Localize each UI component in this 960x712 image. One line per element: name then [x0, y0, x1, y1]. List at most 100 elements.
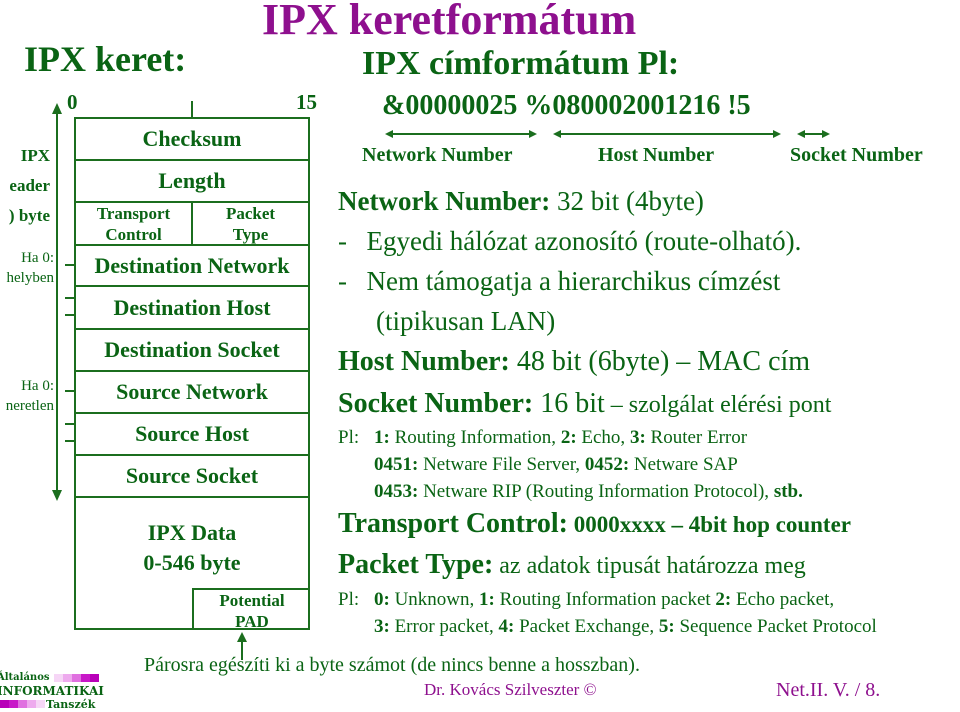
logo-text: Tanszék — [46, 698, 96, 711]
field-checksum: Checksum — [76, 119, 308, 161]
code: 4: — [498, 616, 515, 637]
term: Socket Number: — [338, 388, 534, 419]
field-potential-pad: Potential PAD — [192, 588, 310, 631]
transport-control-line: Transport Control: 0000xxxx – 4bit hop c… — [338, 508, 851, 540]
socket-examples-prefix: Pl: — [338, 427, 360, 448]
code: 1: — [479, 589, 495, 610]
arrow-down-icon — [52, 490, 62, 501]
bullet-text: Nem támogatja a hierarchikus címzést — [366, 266, 781, 296]
desc: Netware File Server, — [418, 454, 585, 475]
field-destination-socket: Destination Socket — [76, 330, 308, 372]
side-text: Ha 0: — [21, 250, 54, 266]
code: 5: — [658, 616, 675, 637]
bullet: - Nem támogatja a hierarchikus címzést — [338, 266, 781, 296]
desc: Netware SAP — [629, 454, 738, 475]
field-packet-type: Packet Type — [191, 203, 308, 244]
field-length: Length — [76, 161, 308, 203]
code: 1: — [374, 427, 390, 448]
socket-number-caption: Socket Number — [790, 144, 923, 166]
code: 3: — [374, 616, 390, 637]
author-credit: Dr. Kovács Szilveszter © — [424, 680, 597, 699]
desc: Netware RIP (Routing Information Protoco… — [418, 481, 774, 502]
code: 3: — [629, 427, 646, 448]
packet-example-line: 0: Unknown, 1: Routing Information packe… — [374, 589, 834, 611]
socket-example-line: 0453: Netware RIP (Routing Information P… — [374, 481, 803, 503]
field-source-host: Source Host — [76, 414, 308, 456]
side-text: eader — [9, 176, 50, 195]
desc: Echo, — [576, 427, 630, 448]
field-label: Control — [105, 224, 162, 244]
code: 0453: — [374, 481, 419, 502]
pad-label: Potential — [219, 591, 285, 610]
logo-text: INFORMATIKAI — [0, 684, 104, 698]
bullet-text: Egyedi hálózat azonosító (route-olható). — [366, 226, 802, 256]
side-text: Ha 0: — [21, 378, 54, 394]
field-destination-network: Destination Network — [76, 246, 308, 287]
field-source-socket: Source Socket — [76, 456, 308, 498]
field-ipx-data: IPX Data 0-546 byte — [76, 498, 308, 578]
field-label: Packet — [225, 203, 276, 223]
side-text: helyben — [6, 270, 54, 286]
field-row-tc-pt: Transport Control Packet Type — [76, 203, 308, 246]
desc: Error packet, — [389, 616, 499, 637]
src-note: Ha 0: neretlen — [6, 376, 54, 416]
code: 2: — [560, 427, 577, 448]
ipx-frame-diagram: Checksum Length Transport Control Packet T… — [74, 117, 310, 631]
term: Network Number: — [338, 186, 551, 216]
arrow-up-icon — [52, 103, 62, 114]
socket-number-line: Socket Number: 16 bit – szolgálat elérés… — [338, 388, 831, 420]
socket-example-line: 1: Routing Information, 2: Echo, 3: Rout… — [374, 427, 747, 449]
desc: Routing Information, — [389, 427, 561, 448]
network-number-caption: Network Number — [362, 144, 513, 166]
bullet-continuation: (tipikusan LAN) — [376, 306, 556, 336]
logo-text: Általános — [0, 672, 50, 683]
code: 0: — [374, 589, 390, 610]
term: Host Number: — [338, 346, 510, 377]
desc: Sequence Packet Protocol — [674, 616, 877, 637]
header-side-label: IPX eader ) byte — [9, 141, 50, 231]
term: Transport Control: — [338, 508, 568, 539]
packet-examples-prefix: Pl: — [338, 589, 360, 610]
address-example: &00000025 %080002001216 !5 — [382, 90, 751, 121]
pad-explanation: Párosra egészíti ki a byte számot (de ni… — [144, 654, 640, 676]
definition: 48 bit (6byte) – MAC cím — [509, 346, 811, 377]
pad-arrow-icon — [237, 632, 247, 642]
desc: Unknown, — [389, 589, 480, 610]
host-number-caption: Host Number — [598, 144, 715, 166]
code: stb. — [773, 481, 803, 502]
definition: – szolgálat elérési pont — [604, 392, 832, 418]
field-source-network: Source Network — [76, 372, 308, 414]
code: 0451: — [374, 454, 419, 475]
field-transport-control: Transport Control — [76, 203, 191, 244]
field-destination-host: Destination Host — [76, 287, 308, 330]
definition: 32 bit (4byte) — [550, 186, 704, 216]
definition: 16 bit — [533, 388, 605, 419]
field-label: Transport — [96, 203, 171, 223]
side-text: ) byte — [8, 206, 50, 225]
host-number-line: Host Number: 48 bit (6byte) – MAC cím — [338, 346, 810, 378]
packet-type-line: Packet Type: az adatok tipusát határozza… — [338, 549, 806, 581]
desc: Echo packet, — [731, 589, 835, 610]
desc: Routing Information packet — [494, 589, 716, 610]
desc: Router Error — [645, 427, 748, 448]
page-number: Net.II. V. / 8. — [776, 679, 881, 701]
socket-example-line: 0451: Netware File Server, 0452: Netware… — [374, 454, 738, 476]
department-logo: Általános INFORMATIKAI Tanszék — [0, 672, 104, 712]
definition: 0000xxxx – 4bit hop counter — [567, 512, 852, 537]
bullet: - Egyedi hálózat azonosító (route-olható… — [338, 226, 802, 256]
packet-example-line: 3: Error packet, 4: Packet Exchange, 5: … — [374, 616, 877, 638]
address-format-heading: IPX címformátum Pl: — [362, 45, 680, 82]
dest-note: Ha 0: helyben — [7, 248, 54, 288]
code: 2: — [715, 589, 732, 610]
term: Packet Type: — [338, 549, 494, 580]
code: 0452: — [584, 454, 630, 475]
desc: Packet Exchange, — [514, 616, 659, 637]
field-label: Type — [232, 224, 269, 244]
data-size: 0-546 byte — [143, 550, 241, 575]
side-text: neretlen — [5, 398, 54, 414]
side-text: IPX — [20, 146, 50, 165]
definition: az adatok tipusát határozza meg — [493, 553, 806, 579]
pad-label: PAD — [235, 612, 269, 631]
data-label: IPX Data — [147, 520, 237, 545]
network-number-line: Network Number: 32 bit (4byte) — [338, 186, 704, 217]
